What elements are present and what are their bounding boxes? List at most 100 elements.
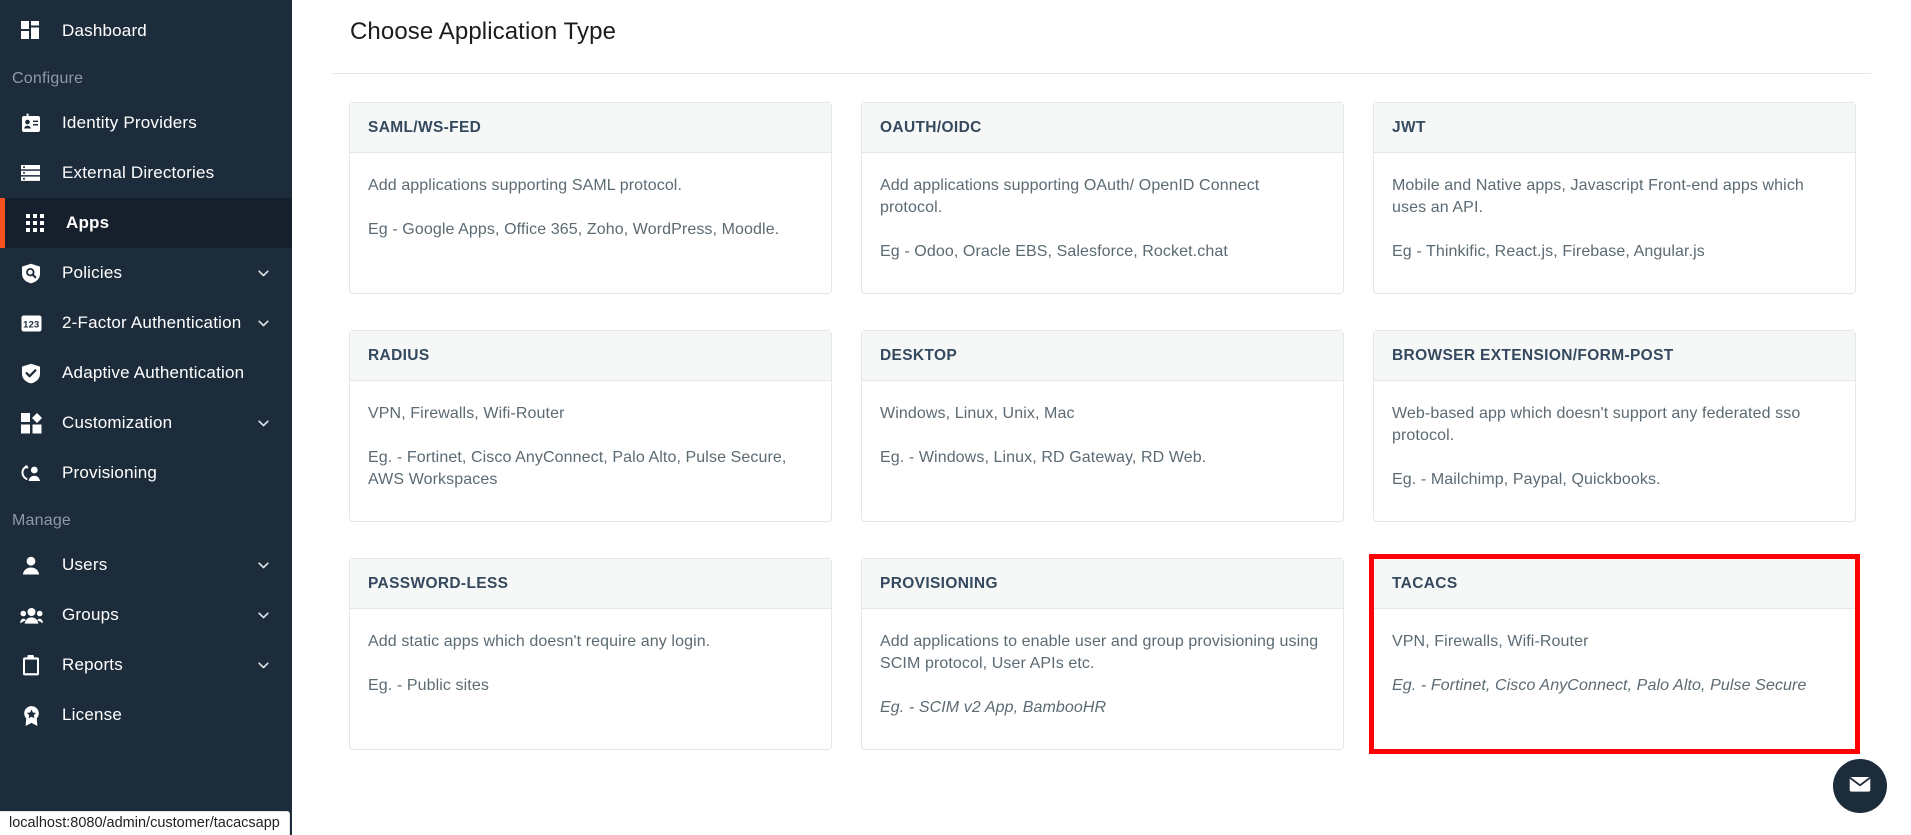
status-bar-url: localhost:8080/admin/customer/tacacsapp bbox=[0, 811, 290, 835]
sidebar-item-label: License bbox=[62, 705, 122, 724]
id-card-icon bbox=[18, 112, 44, 134]
app-type-card-radius[interactable]: RADIUS VPN, Firewalls, Wifi-Router Eg. - F… bbox=[349, 330, 832, 522]
app-type-card-description: Windows, Linux, Unix, Mac bbox=[880, 405, 1075, 422]
app-type-card-body: Windows, Linux, Unix, Mac Eg. - Windows, … bbox=[862, 381, 1343, 521]
app-type-card-browser-extension-form-post[interactable]: BROWSER EXTENSION/FORM-POST Web-based app… bbox=[1373, 330, 1856, 522]
chat-support-button[interactable] bbox=[1833, 759, 1887, 813]
sidebar-item-apps[interactable]: Apps bbox=[0, 198, 292, 248]
app-type-card-body: Add applications to enable user and grou… bbox=[862, 609, 1343, 749]
sidebar-item-external-directories[interactable]: External Directories bbox=[0, 148, 292, 198]
app-type-card-provisioning[interactable]: PROVISIONING Add applications to enable u… bbox=[861, 558, 1344, 750]
app-type-card-title: PROVISIONING bbox=[862, 559, 1343, 609]
app-type-card-examples: Eg. - SCIM v2 App, BambooHR bbox=[880, 699, 1107, 716]
app-type-card-description: Mobile and Native apps, Javascript Front… bbox=[1392, 177, 1804, 216]
app-type-card-examples: Eg - Thinkific, React.js, Firebase, Angu… bbox=[1392, 243, 1705, 260]
app-type-card-desktop[interactable]: DESKTOP Windows, Linux, Unix, Mac Eg. - Wi… bbox=[861, 330, 1344, 522]
app-type-card-body: Web-based app which doesn't support any … bbox=[1374, 381, 1855, 521]
app-type-card-description: Add applications supporting SAML protoco… bbox=[368, 177, 683, 194]
app-type-card-body: Add static apps which doesn't require an… bbox=[350, 609, 831, 749]
sidebar-item-reports[interactable]: Reports bbox=[0, 640, 292, 690]
chevron-down-icon[interactable] bbox=[256, 316, 270, 330]
app-type-card-description: Add static apps which doesn't require an… bbox=[368, 633, 711, 650]
app-type-card-examples: Eg. - Windows, Linux, RD Gateway, RD Web… bbox=[880, 449, 1207, 466]
application-type-grid: SAML/WS-FED Add applications supporting S… bbox=[292, 74, 1911, 754]
sidebar-item-label: Adaptive Authentication bbox=[62, 363, 245, 382]
sidebar-item-license[interactable]: License bbox=[0, 690, 292, 740]
app-type-card-saml-ws-fed[interactable]: SAML/WS-FED Add applications supporting S… bbox=[349, 102, 832, 294]
app-type-card-tacacs[interactable]: TACACS VPN, Firewalls, Wifi-Router Eg. - F… bbox=[1369, 554, 1860, 754]
app-type-card-examples: Eg. - Public sites bbox=[368, 677, 489, 694]
sidebar-item-label: Dashboard bbox=[62, 21, 147, 40]
svg-text:123: 123 bbox=[23, 318, 39, 329]
app-type-card-jwt[interactable]: JWT Mobile and Native apps, Javascript Fr… bbox=[1373, 102, 1856, 294]
sidebar-item-label: Reports bbox=[62, 655, 123, 674]
list-rows-icon bbox=[18, 162, 44, 184]
app-type-card-body: Add applications supporting OAuth/ OpenI… bbox=[862, 153, 1343, 293]
customize-icon bbox=[18, 412, 44, 434]
app-type-card-title: JWT bbox=[1374, 103, 1855, 153]
sidebar-section-manage: Manage bbox=[12, 512, 72, 529]
sidebar-item-adaptive-authentication[interactable]: Adaptive Authentication bbox=[0, 348, 292, 398]
sidebar-item-label: Users bbox=[62, 555, 108, 574]
app-type-card-title: PASSWORD-LESS bbox=[350, 559, 831, 609]
app-type-card-examples: Eg. - Fortinet, Cisco AnyConnect, Palo A… bbox=[1392, 677, 1807, 694]
app-type-card-body: VPN, Firewalls, Wifi-Router Eg. - Fortine… bbox=[1374, 609, 1855, 749]
sidebar-item-label: Customization bbox=[62, 413, 173, 432]
sidebar-section-configure: Configure bbox=[12, 70, 84, 87]
sidebar-item-label: Identity Providers bbox=[62, 113, 197, 132]
sidebar-item-label: Apps bbox=[66, 213, 110, 232]
app-type-card-title: RADIUS bbox=[350, 331, 831, 381]
app-type-card-body: VPN, Firewalls, Wifi-Router Eg. - Fortine… bbox=[350, 381, 831, 521]
sidebar-item-provisioning[interactable]: Provisioning bbox=[0, 448, 292, 498]
clipboard-icon bbox=[18, 654, 44, 676]
sidebar-item-label: Groups bbox=[62, 605, 119, 624]
chevron-down-icon[interactable] bbox=[256, 266, 270, 280]
sidebar-item-label: External Directories bbox=[62, 163, 215, 182]
app-root: Dashboard Configure Identity Providers Exte… bbox=[0, 0, 1911, 835]
chevron-down-icon[interactable] bbox=[256, 658, 270, 672]
app-type-card-title: BROWSER EXTENSION/FORM-POST bbox=[1374, 331, 1855, 381]
sidebar-item-users[interactable]: Users bbox=[0, 540, 292, 590]
app-type-card-examples: Eg - Google Apps, Office 365, Zoho, Word… bbox=[368, 221, 780, 238]
sidebar-item-label: Policies bbox=[62, 263, 123, 282]
app-type-card-examples: Eg. - Fortinet, Cisco AnyConnect, Palo A… bbox=[368, 449, 787, 488]
sidebar-item-customization[interactable]: Customization bbox=[0, 398, 292, 448]
app-type-card-body: Mobile and Native apps, Javascript Front… bbox=[1374, 153, 1855, 293]
sidebar-item-groups[interactable]: Groups bbox=[0, 590, 292, 640]
sidebar-item-identity-providers[interactable]: Identity Providers bbox=[0, 98, 292, 148]
sidebar-item-policies[interactable]: Policies bbox=[0, 248, 292, 298]
app-type-card-password-less[interactable]: PASSWORD-LESS Add static apps which doesn… bbox=[349, 558, 832, 750]
shield-check-icon bbox=[18, 362, 44, 384]
provisioning-icon bbox=[18, 462, 44, 484]
grid-dots-icon bbox=[22, 212, 48, 234]
page-title: Choose Application Type bbox=[350, 18, 617, 45]
main-content: Choose Application Type SAML/WS-FED Add a… bbox=[292, 0, 1911, 835]
app-type-card-description: VPN, Firewalls, Wifi-Router bbox=[368, 405, 565, 422]
users-group-icon bbox=[18, 604, 44, 626]
dashboard-icon bbox=[18, 20, 44, 42]
app-type-card-body: Add applications supporting SAML protoco… bbox=[350, 153, 831, 293]
app-type-card-title: OAUTH/OIDC bbox=[862, 103, 1343, 153]
app-type-card-description: Web-based app which doesn't support any … bbox=[1392, 405, 1801, 444]
app-type-card-title: TACACS bbox=[1374, 559, 1855, 609]
user-icon bbox=[18, 554, 44, 576]
app-type-card-oauth-oidc[interactable]: OAUTH/OIDC Add applications supporting OA… bbox=[861, 102, 1344, 294]
app-type-card-description: Add applications supporting OAuth/ OpenI… bbox=[880, 177, 1260, 216]
shield-search-icon bbox=[18, 262, 44, 284]
sidebar-item-dashboard[interactable]: Dashboard bbox=[0, 6, 292, 56]
app-type-card-description: Add applications to enable user and grou… bbox=[880, 633, 1319, 672]
app-type-card-title: SAML/WS-FED bbox=[350, 103, 831, 153]
sidebar: Dashboard Configure Identity Providers Exte… bbox=[0, 0, 292, 835]
chevron-down-icon[interactable] bbox=[256, 558, 270, 572]
app-type-card-description: VPN, Firewalls, Wifi-Router bbox=[1392, 633, 1589, 650]
sidebar-item-label: Provisioning bbox=[62, 463, 158, 482]
sidebar-item-label: 2-Factor Authentication bbox=[62, 313, 242, 332]
app-type-card-examples: Eg - Odoo, Oracle EBS, Salesforce, Rocke… bbox=[880, 243, 1228, 260]
sidebar-item-2-factor-authentication[interactable]: 123 2-Factor Authentication bbox=[0, 298, 292, 348]
chevron-down-icon[interactable] bbox=[256, 608, 270, 622]
app-type-card-title: DESKTOP bbox=[862, 331, 1343, 381]
chevron-down-icon[interactable] bbox=[256, 416, 270, 430]
envelope-icon bbox=[1847, 771, 1873, 802]
numeric-123-icon: 123 bbox=[18, 312, 44, 334]
app-type-card-examples: Eg. - Mailchimp, Paypal, Quickbooks. bbox=[1392, 471, 1661, 488]
